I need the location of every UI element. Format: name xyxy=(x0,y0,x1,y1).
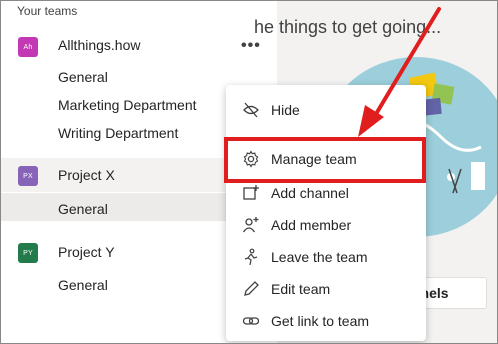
window-frame: Your teams Ah Allthings.how ••• General … xyxy=(0,0,498,344)
annotation-arrow xyxy=(358,7,441,137)
